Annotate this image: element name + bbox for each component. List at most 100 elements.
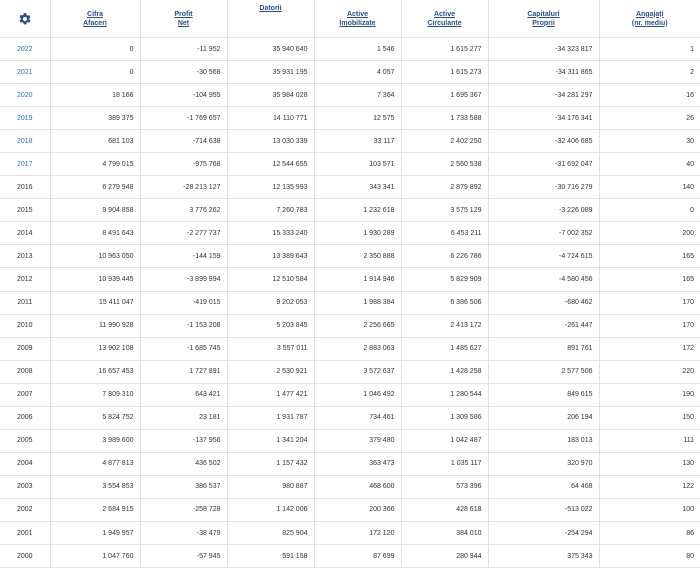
cell-angajati: 1 [599, 37, 700, 62]
cell-cifra-afaceri: 11 990 928 [50, 314, 141, 338]
cell-profit-net: 386 537 [140, 475, 228, 499]
cell-capitaluri-proprii: -254 294 [488, 521, 600, 546]
cell-active-imobilizate: 379 480 [314, 429, 402, 453]
cell-capitaluri-proprii: -30 716 279 [488, 175, 600, 200]
cell-angajati: 140 [599, 175, 700, 200]
cell-profit-net: -3 899 994 [140, 267, 228, 292]
cell-datorii: 980 887 [227, 475, 315, 499]
cell-active-circulante: 384 010 [401, 521, 489, 546]
cell-angajati: 165 [599, 244, 700, 269]
cell-cifra-afaceri: 15 411 047 [50, 291, 141, 315]
cell-angajati: 26 [599, 106, 700, 131]
cell-datorii: 1 157 432 [227, 452, 315, 476]
cell-profit-net: 436 502 [140, 452, 228, 476]
cell-datorii: 1 142 006 [227, 498, 315, 522]
cell-capitaluri-proprii: 320 970 [488, 452, 600, 476]
cell-profit-net: -419 015 [140, 291, 228, 315]
column-header-cifra-afaceri[interactable]: Cifra Afaceri [50, 0, 141, 38]
year-link[interactable]: 2017 [0, 152, 51, 177]
cell-profit-net: 23 181 [140, 406, 228, 430]
cell-datorii: 13 389 643 [227, 244, 315, 269]
cell-profit-net: -57 945 [140, 544, 228, 568]
table-row: 2014 8 491 643 -2 277 737 15 333 240 1 930 2… [0, 221, 700, 246]
cell-active-circulante: 2 413 172 [401, 314, 489, 338]
cell-angajati: 2 [599, 60, 700, 85]
cell-angajati: 220 [599, 360, 700, 384]
cell-cifra-afaceri: 18 166 [50, 83, 141, 108]
column-header-capitaluri-proprii[interactable]: Capitaluri Proprii [488, 0, 600, 38]
year-link[interactable]: 2021 [0, 60, 51, 85]
cell-active-circulante: 2 402 250 [401, 129, 489, 154]
column-header-datorii[interactable]: Datorii [227, 0, 315, 38]
year-cell: 2014 [0, 221, 51, 246]
settings-header-cell[interactable] [0, 0, 51, 38]
table-row: 2021 0 -30 568 35 931 195 4 057 1 615 273 -34 … [0, 60, 700, 85]
cell-active-imobilizate: 363 473 [314, 452, 402, 476]
column-header-active-imobilizate[interactable]: Active Imobilizate [314, 0, 402, 38]
table-row: 2003 3 554 853 386 537 980 887 468 600 573 39… [0, 475, 700, 499]
cell-active-imobilizate: 200 366 [314, 498, 402, 522]
cell-datorii: 1 931 787 [227, 406, 315, 430]
cell-active-circulante: 1 485 627 [401, 337, 489, 361]
cell-profit-net: 1 727 891 [140, 360, 228, 384]
cell-active-circulante: 428 618 [401, 498, 489, 522]
cell-active-imobilizate: 343 341 [314, 175, 402, 200]
year-link[interactable]: 2018 [0, 129, 51, 154]
cell-angajati: 130 [599, 452, 700, 476]
cell-active-circulante: 1 035 117 [401, 452, 489, 476]
cell-capitaluri-proprii: -680 462 [488, 291, 600, 315]
cell-active-imobilizate: 3 572 637 [314, 360, 402, 384]
cell-profit-net: -714 638 [140, 129, 228, 154]
cell-datorii: 35 984 028 [227, 83, 315, 108]
cell-angajati: 170 [599, 291, 700, 315]
year-link[interactable]: 2020 [0, 83, 51, 108]
cell-active-circulante: 2 879 892 [401, 175, 489, 200]
cell-active-imobilizate: 1 914 946 [314, 267, 402, 292]
table-row: 2020 18 166 -104 955 35 984 028 7 364 1 695 3… [0, 83, 700, 108]
cell-cifra-afaceri: 4 799 015 [50, 152, 141, 177]
cell-capitaluri-proprii: -34 311 865 [488, 60, 600, 85]
cell-profit-net: -38 479 [140, 521, 228, 546]
cell-capitaluri-proprii: -7 002 352 [488, 221, 600, 246]
column-header-profit-net[interactable]: Profit Net [140, 0, 228, 38]
cell-active-imobilizate: 734 461 [314, 406, 402, 430]
table-row: 2004 4 877 813 436 502 1 157 432 363 473 1 03… [0, 452, 700, 476]
cell-active-imobilizate: 87 699 [314, 544, 402, 568]
cell-active-imobilizate: 33 117 [314, 129, 402, 154]
cell-active-circulante: 1 733 588 [401, 106, 489, 131]
column-header-active-circulante[interactable]: Active Circulante [401, 0, 489, 38]
year-link[interactable]: 2019 [0, 106, 51, 131]
table-row: 2018 681 103 -714 638 13 030 339 33 117 2 402… [0, 129, 700, 154]
table-row: 2016 6 279 948 -28 213 127 12 135 993 343 34… [0, 175, 700, 200]
cell-angajati: 190 [599, 383, 700, 407]
cell-cifra-afaceri: 6 279 948 [50, 175, 141, 200]
cell-datorii: 15 333 240 [227, 221, 315, 246]
cell-angajati: 16 [599, 83, 700, 108]
cell-active-imobilizate: 1 930 289 [314, 221, 402, 246]
cell-cifra-afaceri: 681 103 [50, 129, 141, 154]
cell-angajati: 80 [599, 544, 700, 568]
cell-cifra-afaceri: 8 491 643 [50, 221, 141, 246]
table-row: 2017 4 799 015 -975 768 12 544 655 103 571 2 … [0, 152, 700, 177]
cell-profit-net: -137 956 [140, 429, 228, 453]
cell-cifra-afaceri: 1 949 957 [50, 521, 141, 546]
cell-profit-net: -1 153 208 [140, 314, 228, 338]
year-cell: 2013 [0, 244, 51, 269]
cell-angajati: 86 [599, 521, 700, 546]
cell-cifra-afaceri: 0 [50, 60, 141, 85]
cell-profit-net: -258 728 [140, 498, 228, 522]
cell-active-circulante: 5 829 909 [401, 267, 489, 292]
gear-icon[interactable] [18, 12, 32, 26]
cell-active-imobilizate: 172 120 [314, 521, 402, 546]
cell-angajati: 100 [599, 498, 700, 522]
cell-active-imobilizate: 2 350 888 [314, 244, 402, 269]
cell-capitaluri-proprii: -513 022 [488, 498, 600, 522]
cell-cifra-afaceri: 3 989 600 [50, 429, 141, 453]
year-cell: 2007 [0, 383, 51, 407]
year-link[interactable]: 2022 [0, 37, 51, 62]
cell-active-imobilizate: 1 546 [314, 37, 402, 62]
table-row: 2006 5 824 752 23 181 1 931 787 734 461 1 309… [0, 406, 700, 430]
cell-capitaluri-proprii: 891 761 [488, 337, 600, 361]
column-header-angajati[interactable]: Angajați (nr. mediu) [599, 0, 700, 38]
cell-active-imobilizate: 1 988 384 [314, 291, 402, 315]
